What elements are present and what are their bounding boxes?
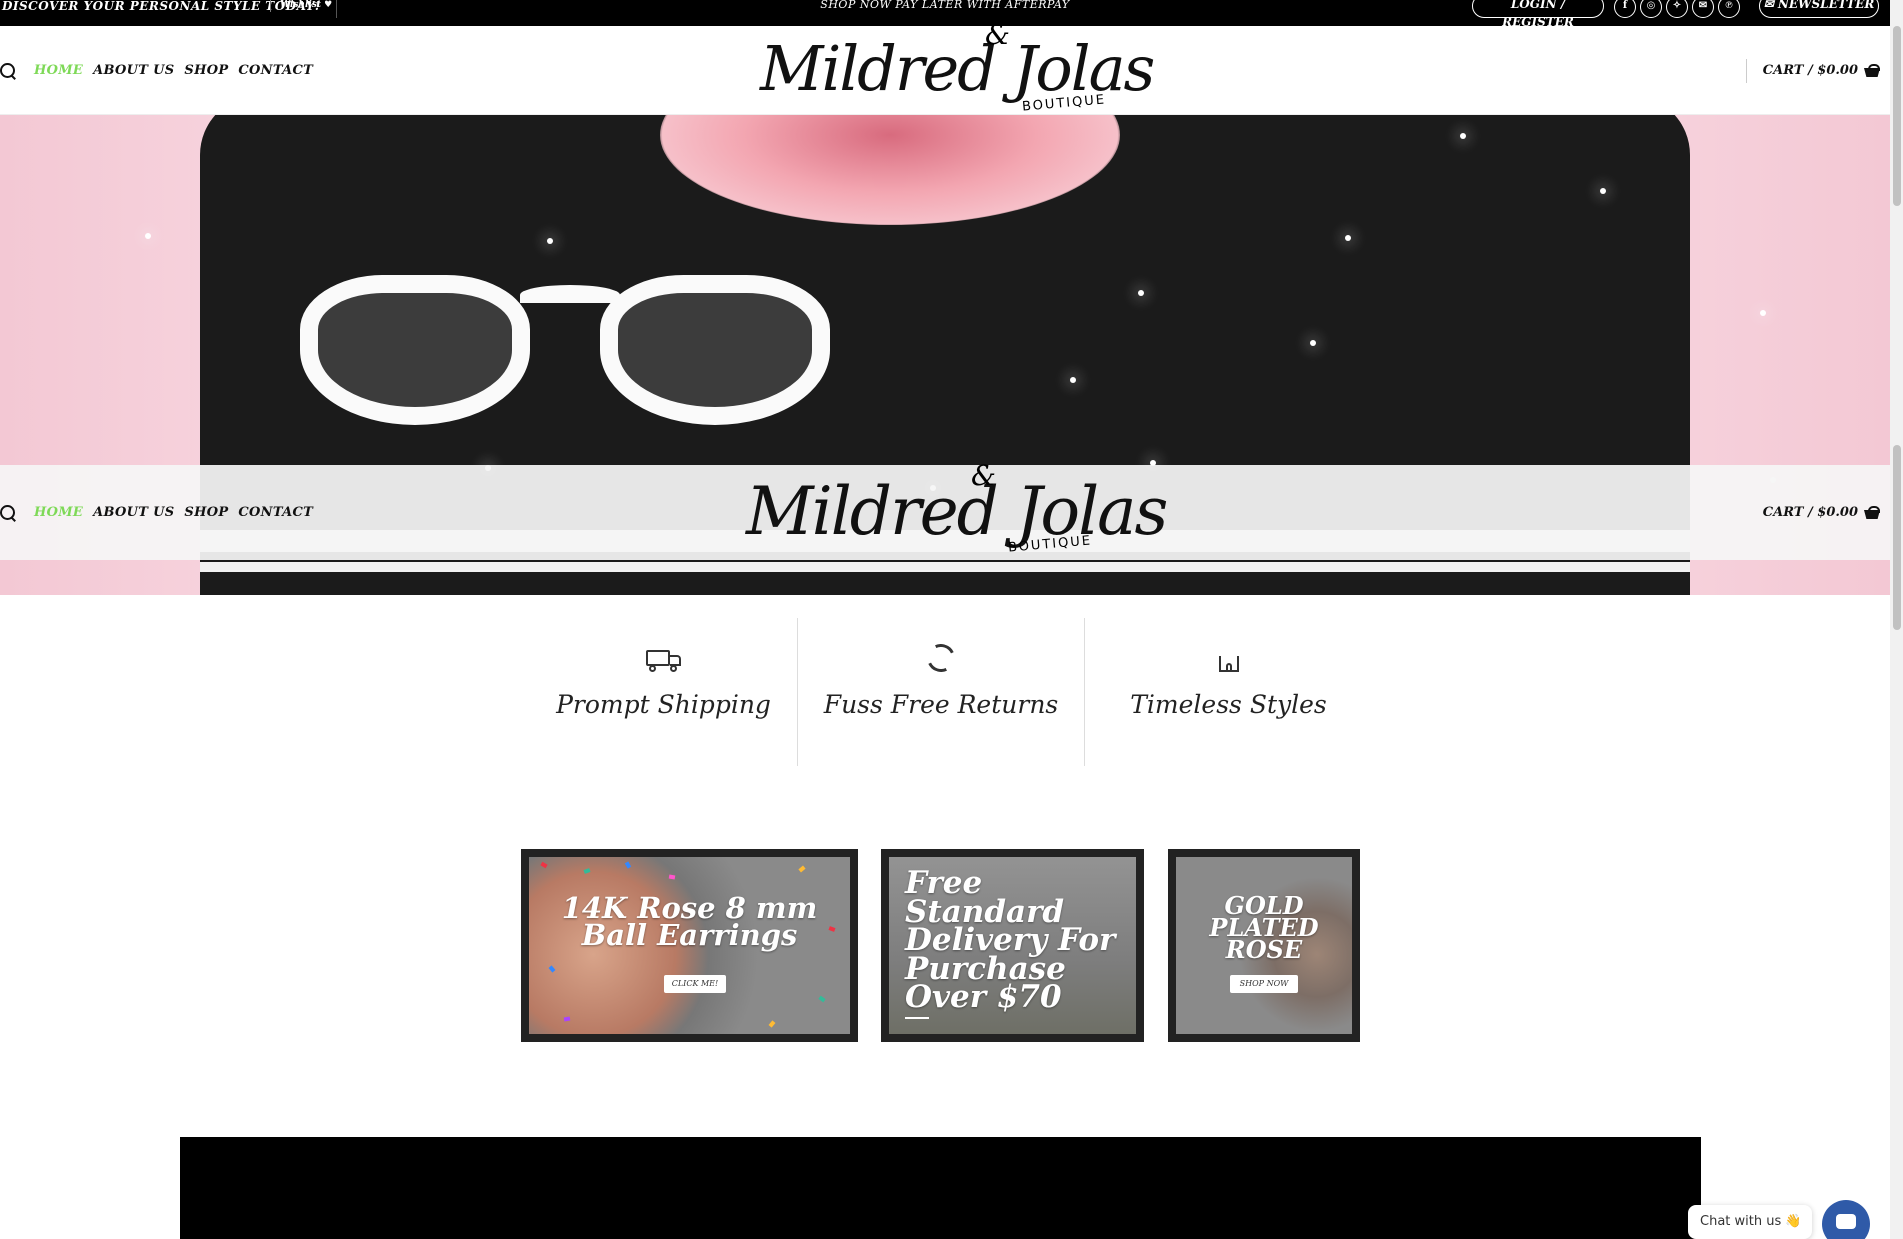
feature-label: Timeless Styles [1130,690,1327,719]
promo-tile-delivery[interactable]: Free Standard Delivery For Purchase Over… [881,849,1144,1042]
nav-home[interactable]: HOME [34,505,83,520]
site-logo[interactable]: Mildred Jolas & BOUTIQUE [760,18,1155,115]
chat-button[interactable] [1822,1200,1870,1239]
sparkle [547,238,553,244]
main-header: HOME ABOUT US SHOP CONTACT Mildred Jolas… [0,18,1890,115]
search-icon[interactable] [0,504,16,521]
sparkle [1310,340,1316,346]
feature-styles: Timeless Styles [1085,618,1372,766]
social-icons: f ◎ ✧ ✉ ℗ [1614,0,1740,18]
nav-shop[interactable]: SHOP [184,505,228,520]
site-logo[interactable]: Mildred Jolas & BOUTIQUE [746,459,1168,556]
afterpay-text: SHOP NOW PAY LATER WITH AFTERPAY [820,0,1070,11]
promo-tile-earrings[interactable]: 14K Rose 8 mm Ball Earrings CLICK ME! [521,849,858,1042]
hero-sunglasses [300,245,880,445]
facebook-icon[interactable]: f [1614,0,1636,18]
refresh-icon [921,640,961,676]
promo-tile-title: 14K Rose 8 mm Ball Earrings [561,891,818,952]
search-icon[interactable] [0,62,16,79]
cart-link[interactable]: CART / $0.00 [1745,26,1880,115]
sparkle [1760,310,1766,316]
pinterest-icon[interactable]: ℗ [1718,0,1740,18]
promo-tile-image: GOLD PLATED ROSE SHOP NOW [1176,857,1352,1034]
nav-about-us[interactable]: ABOUT US [93,63,174,78]
feature-shipping: Prompt Shipping [520,618,807,766]
home-icon [1209,644,1249,676]
email-icon[interactable]: ✉ [1692,0,1714,18]
promo-tile-image: 14K Rose 8 mm Ball Earrings CLICK ME! [529,857,850,1034]
sunglasses-bridge [520,285,620,305]
feature-label: Prompt Shipping [556,690,771,719]
scrollbar[interactable] [1890,0,1903,1239]
feature-label: Fuss Free Returns [823,690,1059,719]
divider [905,1017,929,1019]
logo-ampersand: & [971,459,996,492]
nav-about-us[interactable]: ABOUT US [93,505,174,520]
shop-now-button[interactable]: SHOP NOW [1230,975,1298,993]
main-nav: HOME ABOUT US SHOP CONTACT [0,26,313,115]
sunglasses-lens [300,275,530,425]
cart-label: CART / $0.00 [1762,63,1858,78]
chat-prompt[interactable]: Chat with us 👋 [1688,1205,1812,1239]
promo-tile-title: Free Standard Delivery For Purchase Over… [905,865,1116,1016]
sparkle [1345,235,1351,241]
truck-icon [644,644,684,676]
chat-bubble-icon [1836,1214,1856,1229]
top-bar: DISCOVER YOUR PERSONAL STYLE TODAY! Wish… [0,0,1890,29]
logo-ampersand: & [985,18,1010,51]
nav-contact[interactable]: CONTACT [238,505,313,520]
sparkle [1460,133,1466,139]
cart-label: CART / $0.00 [1762,505,1858,520]
nav-shop[interactable]: SHOP [184,63,228,78]
video-section [180,1137,1701,1239]
promo-tile-rose[interactable]: GOLD PLATED ROSE SHOP NOW [1168,849,1360,1042]
logo-script: Mildred Jolas [746,473,1168,550]
nav-contact[interactable]: CONTACT [238,63,313,78]
sparkle [1600,188,1606,194]
scrollbar-thumb[interactable] [1893,26,1901,206]
promo-tile-image: Free Standard Delivery For Purchase Over… [889,857,1136,1034]
sticky-nav: HOME ABOUT US SHOP CONTACT [0,465,313,560]
instagram-icon[interactable]: ◎ [1640,0,1662,18]
cart-link[interactable]: CART / $0.00 [1763,465,1880,560]
divider [1745,58,1747,83]
nav-home[interactable]: HOME [34,63,83,78]
page: DISCOVER YOUR PERSONAL STYLE TODAY! Wish… [0,0,1903,1239]
login-register-button[interactable]: LOGIN / REGISTER [1472,0,1604,29]
feature-returns: Fuss Free Returns [797,618,1085,766]
sparkle [1070,377,1076,383]
twitter-icon[interactable]: ✧ [1666,0,1688,18]
hero-stripe [200,562,1690,572]
promo-tile-title: GOLD PLATED ROSE [1209,891,1319,965]
sunglasses-lens [600,275,830,425]
scrollbar-thumb[interactable] [1893,445,1901,630]
sparkle [145,233,151,239]
basket-icon [1864,64,1880,77]
click-me-button[interactable]: CLICK ME! [664,975,726,993]
features-row: Prompt Shipping Fuss Free Returns Timele… [520,618,1350,766]
hero-banner: HOME ABOUT US SHOP CONTACT Mildred Jolas… [0,115,1890,595]
sticky-header: HOME ABOUT US SHOP CONTACT Mildred Jolas… [0,459,1890,560]
newsletter-button[interactable]: ✉ NEWSLETTER [1759,0,1879,18]
basket-icon [1864,506,1880,519]
sparkle [1138,290,1144,296]
